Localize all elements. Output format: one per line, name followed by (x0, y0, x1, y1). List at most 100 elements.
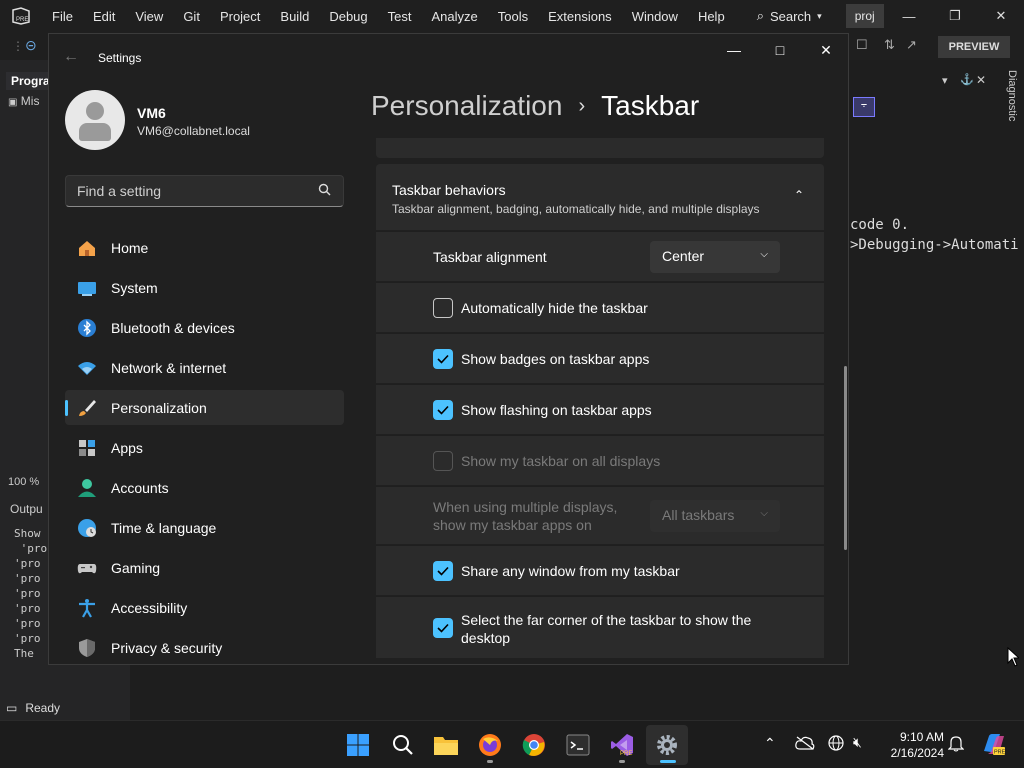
windows-start-icon[interactable] (342, 729, 374, 761)
nav-label: Accounts (111, 479, 169, 496)
section-description: Taskbar alignment, badging, automaticall… (392, 202, 760, 216)
find-setting-input[interactable]: Find a setting (65, 175, 344, 207)
multi-display-dropdown: All taskbars ⌵ (650, 500, 780, 532)
wifi-icon (77, 358, 97, 378)
chevron-up-icon[interactable]: ⌃ (794, 188, 804, 202)
menu-analyze[interactable]: Analyze (421, 9, 487, 24)
home-icon (77, 238, 97, 258)
menu-git[interactable]: Git (173, 9, 210, 24)
nav-bluetooth[interactable]: Bluetooth & devices (65, 310, 344, 345)
brush-icon (77, 398, 97, 418)
menu-test[interactable]: Test (378, 9, 422, 24)
preview-badge[interactable]: PREVIEW (938, 36, 1010, 58)
vs-project-name[interactable]: proj (845, 4, 884, 28)
firefox-icon[interactable] (474, 729, 506, 761)
clock-date: 2/16/2024 (890, 746, 944, 760)
option-row[interactable]: Share any window from my taskbar (376, 545, 824, 595)
nav-home[interactable]: Home (65, 230, 344, 265)
panel-close-icon[interactable]: ✕ (976, 73, 986, 87)
taskbar-search-icon[interactable] (387, 729, 419, 761)
option-row: Show my taskbar on all displays (376, 435, 824, 485)
vs-restore-icon[interactable]: ❐ (932, 0, 978, 32)
breadcrumb-parent[interactable]: Personalization (371, 90, 562, 122)
badges-checkbox[interactable] (433, 349, 453, 369)
panel-dropdown-icon[interactable]: ▾ (942, 74, 948, 87)
network-globe-icon[interactable] (828, 735, 844, 756)
toolbar-grip-icon: ⋮ (12, 39, 24, 53)
show-hidden-icons-chevron-icon[interactable]: ⌃ (764, 735, 776, 752)
option-label: Show my taskbar on all displays (461, 453, 661, 469)
file-explorer-icon[interactable] (430, 729, 462, 761)
nav-label: Apps (111, 439, 143, 456)
menu-view[interactable]: View (125, 9, 173, 24)
vs-close-icon[interactable]: ✕ (978, 0, 1024, 32)
menu-file[interactable]: File (42, 9, 83, 24)
cloud-offline-icon[interactable] (795, 736, 815, 755)
output-text: Show 'pro'pro'pro'pro'pro'pro'pro The (14, 527, 48, 660)
visual-studio-icon[interactable]: PRE (606, 729, 638, 761)
menu-debug[interactable]: Debug (319, 9, 377, 24)
option-row[interactable]: Select the far corner of the taskbar to … (376, 596, 824, 658)
pin-icon[interactable]: ⚓ (960, 73, 974, 86)
multi-display-row: When using multiple displays, show my ta… (376, 486, 824, 544)
nav-system[interactable]: System (65, 270, 344, 305)
chrome-icon[interactable] (518, 729, 550, 761)
gamepad-icon (77, 558, 97, 578)
menu-build[interactable]: Build (270, 9, 319, 24)
menu-edit[interactable]: Edit (83, 9, 125, 24)
back-arrow-icon[interactable]: ← (63, 48, 79, 66)
toolbar-icon-1[interactable]: ☐ (856, 37, 868, 53)
share-window-checkbox[interactable] (433, 561, 453, 581)
nav-accounts[interactable]: Accounts (65, 470, 344, 505)
menu-project[interactable]: Project (210, 9, 270, 24)
nav-personalization[interactable]: Personalization (65, 390, 344, 425)
vs-minimize-icon[interactable]: — (886, 0, 932, 32)
volume-muted-icon[interactable]: 🔇︎ (853, 734, 862, 751)
menu-window[interactable]: Window (622, 9, 688, 24)
avatar[interactable] (65, 90, 125, 150)
settings-window: ← Settings — □ ✕ VM6 VM6@collabnet.local… (48, 33, 849, 665)
settings-gear-icon[interactable] (651, 729, 683, 761)
back-nav-icon[interactable]: ⊝ (25, 37, 37, 54)
option-row[interactable]: Automatically hide the taskbar (376, 282, 824, 332)
toolbar-icon-2[interactable]: ⇅ (884, 37, 895, 53)
terminal-icon[interactable] (562, 729, 594, 761)
dropdown-value: All taskbars (662, 507, 735, 523)
visual-studio-logo-icon[interactable]: PRE (10, 5, 32, 27)
settings-close-icon[interactable]: ✕ (803, 34, 848, 66)
flashing-checkbox[interactable] (433, 400, 453, 420)
menu-help[interactable]: Help (688, 9, 735, 24)
nav-time-language[interactable]: Time & language (65, 510, 344, 545)
nav-network[interactable]: Network & internet (65, 350, 344, 385)
section-title: Taskbar behaviors (392, 182, 506, 198)
settings-minimize-icon[interactable]: — (711, 34, 757, 66)
menu-extensions[interactable]: Extensions (538, 9, 622, 24)
far-corner-checkbox[interactable] (433, 618, 453, 638)
scrollbar[interactable] (844, 366, 847, 550)
windows-taskbar: PRE ⌃ 🔇︎ 9:10 AM 2/16/2024 PRE (0, 720, 1024, 768)
option-row[interactable]: Show flashing on taskbar apps (376, 384, 824, 434)
taskbar-behaviors-header[interactable]: Taskbar behaviors Taskbar alignment, bad… (376, 164, 824, 230)
user-name: VM6 (137, 105, 166, 121)
nav-accessibility[interactable]: Accessibility (65, 590, 344, 625)
left-panel-item-label: Mis (20, 94, 40, 108)
copilot-icon[interactable]: PRE (980, 731, 1006, 762)
zoom-level[interactable]: 100 % (8, 476, 39, 488)
settings-maximize-icon[interactable]: □ (757, 34, 803, 66)
taskbar-clock[interactable]: 9:10 AM 2/16/2024 (884, 729, 944, 761)
option-row[interactable]: Show badges on taskbar apps (376, 333, 824, 383)
diagnostics-tab[interactable]: Diagnostic (1006, 70, 1018, 121)
search-icon[interactable] (318, 183, 331, 199)
menu-tools[interactable]: Tools (488, 9, 538, 24)
nav-apps[interactable]: Apps (65, 430, 344, 465)
vs-search-button[interactable]: ⌕ Search ▾ (747, 8, 832, 24)
nav-gaming[interactable]: Gaming (65, 550, 344, 585)
share-icon[interactable]: ↗ (906, 37, 917, 53)
tool-icon[interactable]: ⨪ (853, 97, 875, 117)
notification-bell-icon[interactable] (947, 734, 965, 757)
nav-label: Privacy & security (111, 639, 223, 656)
nav-privacy-security[interactable]: Privacy & security (65, 630, 344, 664)
user-email: VM6@collabnet.local (137, 124, 250, 138)
auto-hide-checkbox[interactable] (433, 298, 453, 318)
taskbar-alignment-dropdown[interactable]: Center ⌵ (650, 241, 780, 273)
